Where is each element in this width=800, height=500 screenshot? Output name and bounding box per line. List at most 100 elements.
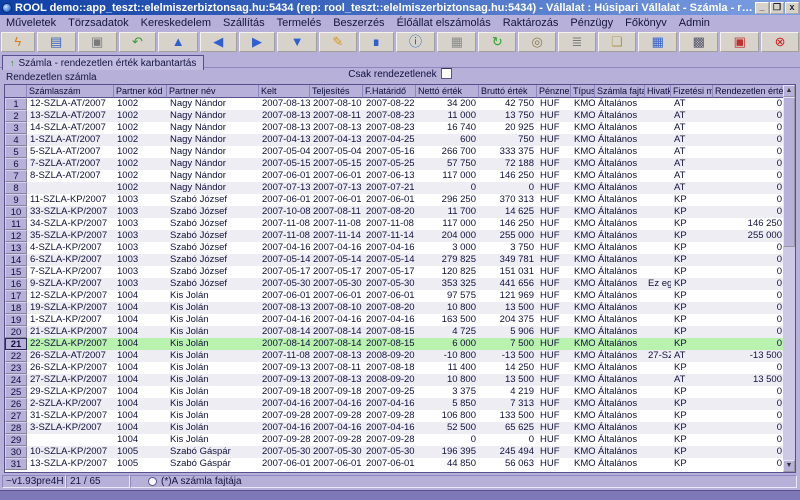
cell-rendezetlen-ertek[interactable]: 0 xyxy=(713,194,785,206)
cell-fizetesi-mod[interactable]: KP xyxy=(671,326,713,338)
cell-teljesites[interactable]: 2007-04-13 xyxy=(310,134,363,146)
row-number[interactable]: 24 xyxy=(5,374,27,386)
cell-szamlaszam[interactable]: 12-SZLA-KP/2007 xyxy=(27,290,114,302)
cell-brutto-ertek[interactable]: 0 xyxy=(479,434,537,446)
cell-partner-nev[interactable]: Kis Jolán xyxy=(167,314,259,326)
table-row[interactable]: 22 26-SZLA-AT/2007 1004 Kis Jolán 2007-11-08… xyxy=(5,350,795,362)
cell-f-hatarido[interactable]: 2007-06-13 xyxy=(363,170,416,182)
row-number[interactable]: 29 xyxy=(5,434,27,446)
cell-f-hatarido[interactable]: 2007-04-25 xyxy=(363,134,416,146)
cell-tipus[interactable]: KMO xyxy=(571,350,595,362)
cell-kelt[interactable]: 2007-05-14 xyxy=(259,254,310,266)
cell-tipus[interactable]: KMO xyxy=(571,206,595,218)
table-row[interactable]: 23 26-SZLA-KP/2007 1004 Kis Jolán 2007-09-13… xyxy=(5,362,795,374)
cell-netto-ertek[interactable]: 0 xyxy=(416,182,479,194)
row-number[interactable]: 17 xyxy=(5,290,27,302)
cell-netto-ertek[interactable]: 296 250 xyxy=(416,194,479,206)
table-row[interactable]: 29 1004 Kis Jolán 2007-09-28 2007-09-28 2007-… xyxy=(5,434,795,446)
report-window-button[interactable]: ▣ xyxy=(720,31,760,52)
scroll-up-icon[interactable]: ▲ xyxy=(783,85,795,97)
cell-hivatkozas[interactable] xyxy=(645,434,671,446)
cell-tipus[interactable]: KMO xyxy=(571,134,595,146)
column-header-fizetesi-mod[interactable]: Fizetési mód xyxy=(671,85,713,98)
cell-tipus[interactable]: KMO xyxy=(571,278,595,290)
table-row[interactable]: 7 8-SZLA-AT/2007 1002 Nagy Nándor 2007-06-01… xyxy=(5,170,795,182)
cell-penznem[interactable]: HUF xyxy=(537,458,571,470)
cell-tipus[interactable]: KMO xyxy=(571,398,595,410)
column-header-partner-kod[interactable]: Partner kód xyxy=(114,85,167,98)
cell-penznem[interactable]: HUF xyxy=(537,290,571,302)
cell-teljesites[interactable]: 2007-08-14 xyxy=(310,338,363,350)
cell-f-hatarido[interactable]: 2007-04-16 xyxy=(363,242,416,254)
cell-szamlaszam[interactable]: 33-SZLA-KP/2007 xyxy=(27,206,114,218)
cell-szamla-fajta[interactable]: Általános xyxy=(595,422,645,434)
cell-penznem[interactable]: HUF xyxy=(537,398,571,410)
cell-penznem[interactable]: HUF xyxy=(537,254,571,266)
cell-fizetesi-mod[interactable]: KP xyxy=(671,362,713,374)
cell-brutto-ertek[interactable]: 13 500 xyxy=(479,302,537,314)
cell-netto-ertek[interactable]: 266 700 xyxy=(416,146,479,158)
cell-hivatkozas[interactable] xyxy=(645,458,671,470)
cell-kelt[interactable]: 2007-08-13 xyxy=(259,98,310,110)
row-number[interactable]: 19 xyxy=(5,314,27,326)
cell-szamla-fajta[interactable]: Általános xyxy=(595,146,645,158)
cell-partner-nev[interactable]: Nagy Nándor xyxy=(167,158,259,170)
cell-partner-kod[interactable]: 1003 xyxy=(114,194,167,206)
row-number[interactable]: 18 xyxy=(5,302,27,314)
column-header-tipus[interactable]: Típus xyxy=(571,85,595,98)
cell-hivatkozas[interactable] xyxy=(645,134,671,146)
column-header-szamlaszam[interactable]: Számlaszám xyxy=(27,85,114,98)
list-rows-button[interactable]: ≣ xyxy=(558,31,596,52)
menu-item-admin[interactable]: Admin xyxy=(673,17,716,29)
cell-hivatkozas[interactable] xyxy=(645,110,671,122)
cell-teljesites[interactable]: 2007-04-16 xyxy=(310,314,363,326)
cell-penznem[interactable]: HUF xyxy=(537,98,571,110)
cell-f-hatarido[interactable]: 2007-04-16 xyxy=(363,422,416,434)
cell-hivatkozas[interactable] xyxy=(645,194,671,206)
cell-tipus[interactable]: KMO xyxy=(571,290,595,302)
cell-kelt[interactable]: 2007-04-16 xyxy=(259,398,310,410)
cell-netto-ertek[interactable]: 353 325 xyxy=(416,278,479,290)
calculator-button[interactable]: ▦ xyxy=(437,31,477,52)
cell-f-hatarido[interactable]: 2007-06-01 xyxy=(363,194,416,206)
menu-item-f-k-nyv[interactable]: Főkönyv xyxy=(619,17,673,29)
cell-netto-ertek[interactable]: 3 000 xyxy=(416,242,479,254)
table-row[interactable]: 5 5-SZLA-AT/2007 1002 Nagy Nándor 2007-05-04… xyxy=(5,146,795,158)
cell-f-hatarido[interactable]: 2007-09-28 xyxy=(363,410,416,422)
cell-szamlaszam[interactable]: 34-SZLA-KP/2007 xyxy=(27,218,114,230)
cell-szamlaszam[interactable]: 29-SZLA-KP/2007 xyxy=(27,386,114,398)
cell-szamla-fajta[interactable]: Általános xyxy=(595,158,645,170)
table-row[interactable]: 9 11-SZLA-KP/2007 1003 Szabó József 2007-06-… xyxy=(5,194,795,206)
cell-szamla-fajta[interactable]: Általános xyxy=(595,242,645,254)
cell-rendezetlen-ertek[interactable]: 0 xyxy=(713,410,785,422)
cell-partner-kod[interactable]: 1003 xyxy=(114,218,167,230)
cell-szamlaszam[interactable]: 21-SZLA-KP/2007 xyxy=(27,326,114,338)
cell-teljesites[interactable]: 2007-05-14 xyxy=(310,254,363,266)
cell-brutto-ertek[interactable]: 20 925 xyxy=(479,122,537,134)
cell-kelt[interactable]: 2007-04-16 xyxy=(259,242,310,254)
cell-szamlaszam[interactable]: 2-SZLA-KP/2007 xyxy=(27,398,114,410)
cell-partner-nev[interactable]: Kis Jolán xyxy=(167,338,259,350)
cell-kelt[interactable]: 2007-08-14 xyxy=(259,338,310,350)
cell-penznem[interactable]: HUF xyxy=(537,242,571,254)
cell-f-hatarido[interactable]: 2007-05-30 xyxy=(363,446,416,458)
row-number[interactable]: 2 xyxy=(5,110,27,122)
cell-f-hatarido[interactable]: 2007-08-18 xyxy=(363,362,416,374)
cell-szamla-fajta[interactable]: Általános xyxy=(595,230,645,242)
cell-szamlaszam[interactable]: 5-SZLA-AT/2007 xyxy=(27,146,114,158)
cell-partner-kod[interactable]: 1003 xyxy=(114,242,167,254)
table-row[interactable]: 16 9-SZLA-KP/2007 1003 Szabó József 2007-05-… xyxy=(5,278,795,290)
cell-rendezetlen-ertek[interactable]: 0 xyxy=(713,182,785,194)
cell-netto-ertek[interactable]: 57 750 xyxy=(416,158,479,170)
cell-teljesites[interactable]: 2007-04-16 xyxy=(310,422,363,434)
cell-penznem[interactable]: HUF xyxy=(537,410,571,422)
row-number[interactable]: 26 xyxy=(5,398,27,410)
cell-penznem[interactable]: HUF xyxy=(537,338,571,350)
table-row[interactable]: 4 1-SZLA-AT/2007 1002 Nagy Nándor 2007-04-13… xyxy=(5,134,795,146)
cell-fizetesi-mod[interactable]: AT xyxy=(671,122,713,134)
cell-f-hatarido[interactable]: 2007-05-14 xyxy=(363,254,416,266)
cell-f-hatarido[interactable]: 2007-09-25 xyxy=(363,386,416,398)
cell-tipus[interactable]: KMO xyxy=(571,422,595,434)
cell-netto-ertek[interactable]: -10 800 xyxy=(416,350,479,362)
cell-partner-nev[interactable]: Kis Jolán xyxy=(167,386,259,398)
